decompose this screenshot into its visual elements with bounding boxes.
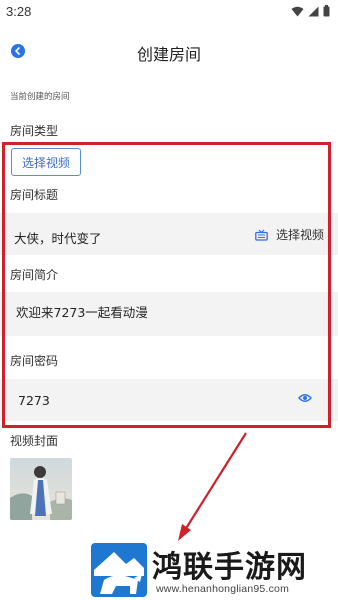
watermark-url: www.henanhonglian95.com — [156, 583, 290, 595]
watermark-brand: 鸿联手游网 — [152, 550, 307, 585]
watermark-logo — [91, 543, 147, 597]
red-arrow-annotation — [178, 432, 247, 541]
watermark: 鸿联手游网 www.henanhonglian95.com — [90, 540, 338, 600]
